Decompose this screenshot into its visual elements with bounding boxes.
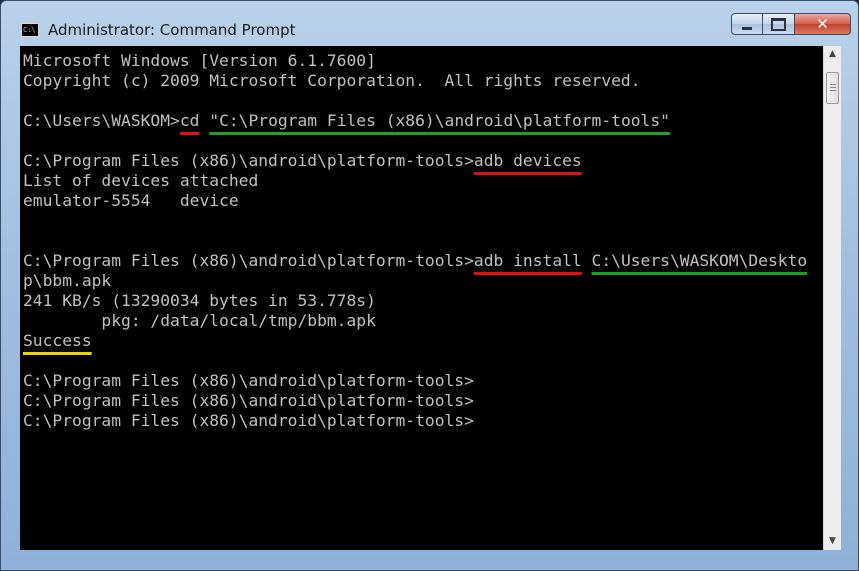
minimize-icon [742, 26, 752, 30]
console-text: pkg: /data/local/tmp/bbm.apk [23, 311, 376, 330]
title-bar[interactable]: C:\ Administrator: Command Prompt ✕ [1, 1, 858, 39]
window-title: Administrator: Command Prompt [48, 21, 296, 39]
console-text: C:\Users\WASKOM> [23, 111, 180, 130]
console-text: Microsoft Windows [Version 6.1.7600] [23, 51, 376, 70]
console-text: emulator-5554 device [23, 191, 239, 210]
highlighted-text: "C:\Program Files (x86)\android\platform… [209, 111, 670, 130]
console-line: p\bbm.apk [23, 271, 807, 291]
highlighted-text: cd [179, 111, 200, 130]
scroll-down-arrow-icon[interactable]: ▼ [824, 533, 841, 550]
console-text: C:\Program Files (x86)\android\platform-… [23, 151, 474, 170]
console-line: List of devices attached [23, 171, 807, 191]
console-line: Copyright (c) 2009 Microsoft Corporation… [23, 71, 807, 91]
maximize-icon [771, 17, 786, 31]
console-line: Success [23, 331, 807, 351]
console-line: C:\Program Files (x86)\android\platform-… [23, 371, 807, 391]
console-text: 241 KB/s (13290034 bytes in 53.778s) [23, 291, 376, 310]
console-text: C:\Program Files (x86)\android\platform-… [23, 411, 474, 430]
cmd-app-icon[interactable]: C:\ [21, 23, 39, 37]
maximize-button[interactable] [763, 13, 795, 35]
scroll-up-arrow-icon[interactable]: ▲ [824, 46, 841, 63]
close-button[interactable]: ✕ [795, 13, 851, 35]
thumb-grip [830, 87, 836, 88]
console-text: p\bbm.apk [23, 271, 112, 290]
highlighted-text: adb devices [473, 151, 582, 170]
vertical-scrollbar[interactable]: ▲ ▼ [823, 46, 841, 550]
highlighted-text: adb install [473, 251, 582, 270]
thumb-grip [830, 90, 836, 91]
scrollbar-thumb[interactable] [826, 72, 839, 104]
console-lines: Microsoft Windows [Version 6.1.7600] Copy… [23, 51, 807, 431]
console-text: Copyright (c) 2009 Microsoft Corporation… [23, 71, 641, 90]
command-prompt-window: C:\ Administrator: Command Prompt ✕ Micr… [0, 0, 859, 571]
console-text: C:\Program Files (x86)\android\platform-… [23, 391, 474, 410]
console-line: C:\Program Files (x86)\android\platform-… [23, 151, 807, 171]
console-line: pkg: /data/local/tmp/bbm.apk [23, 311, 807, 331]
console-line: 241 KB/s (13290034 bytes in 53.778s) [23, 291, 807, 311]
console-text: C:\Program Files (x86)\android\platform-… [23, 251, 474, 270]
highlighted-text: Success [23, 331, 92, 350]
console-line: Microsoft Windows [Version 6.1.7600] [23, 51, 807, 71]
console-line: C:\Program Files (x86)\android\platform-… [23, 411, 807, 431]
console-line: C:\Users\WASKOM>cd "C:\Program Files (x8… [23, 111, 807, 131]
console-line: C:\Program Files (x86)\android\platform-… [23, 251, 807, 271]
caption-buttons: ✕ [731, 13, 851, 35]
close-icon: ✕ [816, 15, 829, 33]
console-line: emulator-5554 device [23, 191, 807, 211]
thumb-grip [830, 84, 836, 85]
highlighted-text: C:\Users\WASKOM\Deskto [591, 251, 808, 270]
console-text: C:\Program Files (x86)\android\platform-… [23, 371, 474, 390]
minimize-button[interactable] [731, 13, 763, 35]
console-text: List of devices attached [23, 171, 259, 190]
console-output[interactable]: Microsoft Windows [Version 6.1.7600] Copy… [20, 46, 823, 550]
console-line: C:\Program Files (x86)\android\platform-… [23, 391, 807, 411]
